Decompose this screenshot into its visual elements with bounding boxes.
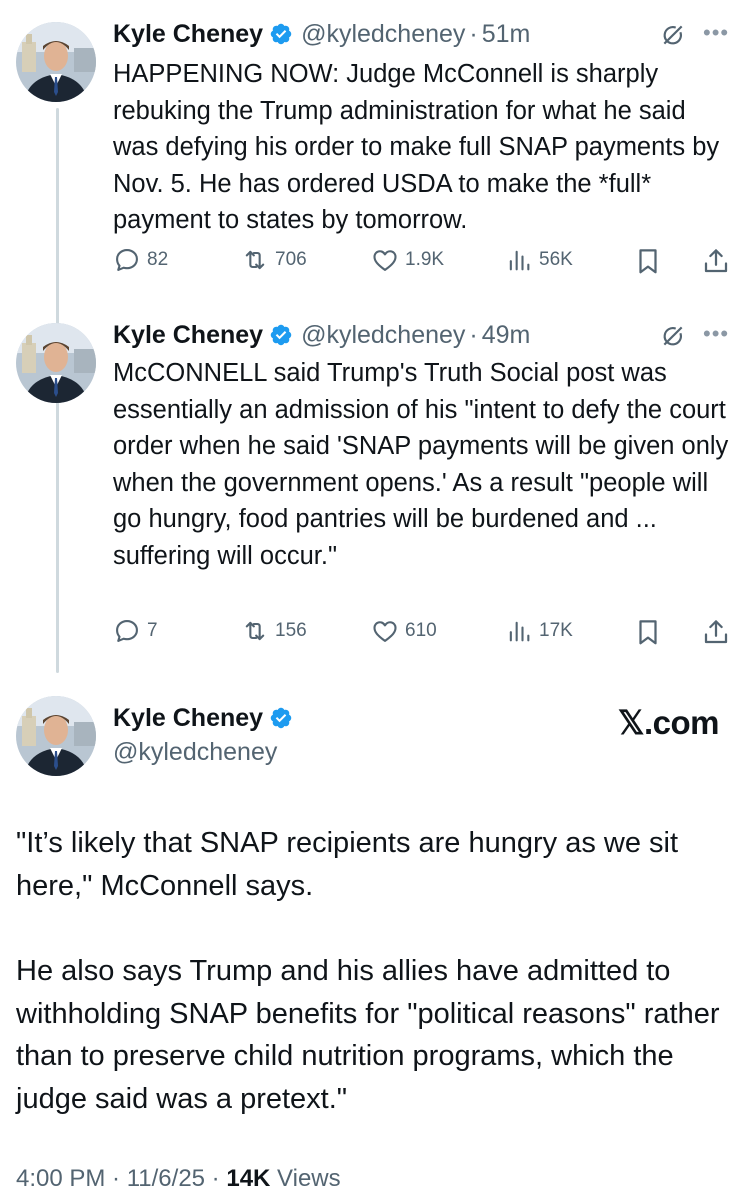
tweet-time[interactable]: 51m [482,20,531,49]
separator-dot: · [469,320,478,349]
verified-badge-icon [269,323,293,347]
views-label: Views [277,1165,341,1192]
tweet-paragraph-2: He also says Trump and his allies have a… [16,955,720,1115]
reply-button[interactable]: 82 [113,246,168,274]
tweet-text: HAPPENING NOW: Judge McConnell is sharpl… [113,60,720,234]
author-handle[interactable]: @kyledcheney [301,20,465,49]
repost-icon [241,617,269,645]
reply-icon [113,246,141,274]
share-icon [701,246,731,276]
avatar[interactable] [16,22,96,102]
share-button[interactable] [701,617,731,647]
tweet-actions: 7 156 610 17K [113,617,733,653]
views-icon [505,617,533,645]
like-button[interactable]: 610 [371,617,437,645]
author-name[interactable]: Kyle Cheney [113,20,263,49]
tweet-header: Kyle Cheney @kyledcheney · 49m [113,318,530,352]
reply-count: 82 [147,249,169,270]
avatar[interactable] [16,696,96,776]
avatar[interactable] [16,323,96,403]
tweet-paragraph-1: "It’s likely that SNAP recipients are hu… [16,827,679,902]
like-icon [371,246,399,274]
tweet-text: McCONNELL said Trump's Truth Social post… [113,359,729,570]
tweet-header: Kyle Cheney @kyledcheney · 51m [113,17,530,51]
verified-badge-icon [269,22,293,46]
views-icon [505,246,533,274]
tweet-timestamp[interactable]: 4:00 PM [16,1165,105,1192]
views-button[interactable]: 17K [505,617,573,645]
x-com-brand: 𝕏.com [617,704,720,741]
tweet-meta-footer: 4:00 PM · 11/6/25 · 14K Views [16,1165,341,1192]
repost-count: 706 [275,249,307,270]
repost-icon [241,246,269,274]
verified-badge-icon [269,706,293,730]
views-count: 56K [539,249,573,270]
main-author-name-row: Kyle Cheney [113,701,301,735]
bookmark-icon [633,246,663,276]
views-count: 14K [226,1165,271,1192]
like-count: 610 [405,620,437,641]
share-button[interactable] [701,246,731,276]
author-handle[interactable]: @kyledcheney [301,321,465,350]
tweet-actions: 82 706 1.9K 56K [113,246,733,282]
bookmark-icon [633,617,663,647]
reply-icon [113,617,141,645]
repost-button[interactable]: 706 [241,246,307,274]
tweet-time[interactable]: 49m [482,321,531,350]
author-handle[interactable]: @kyledcheney [113,738,277,767]
bookmark-button[interactable] [633,246,663,276]
reply-button[interactable]: 7 [113,617,158,645]
views-count: 17K [539,620,573,641]
repost-button[interactable]: 156 [241,617,307,645]
bookmark-button[interactable] [633,617,663,647]
grok-icon[interactable] [660,323,686,349]
reply-count: 7 [147,620,158,641]
separator-dot: · [469,19,478,48]
author-name[interactable]: Kyle Cheney [113,704,263,733]
like-button[interactable]: 1.9K [371,246,444,274]
repost-count: 156 [275,620,307,641]
like-icon [371,617,399,645]
tweet-date[interactable]: 11/6/25 [127,1165,205,1192]
grok-icon[interactable] [660,22,686,48]
like-count: 1.9K [405,249,445,270]
more-icon[interactable]: ••• [703,321,729,347]
author-name[interactable]: Kyle Cheney [113,321,263,350]
views-button[interactable]: 56K [505,246,573,274]
more-icon[interactable]: ••• [703,20,729,46]
share-icon [701,617,731,647]
